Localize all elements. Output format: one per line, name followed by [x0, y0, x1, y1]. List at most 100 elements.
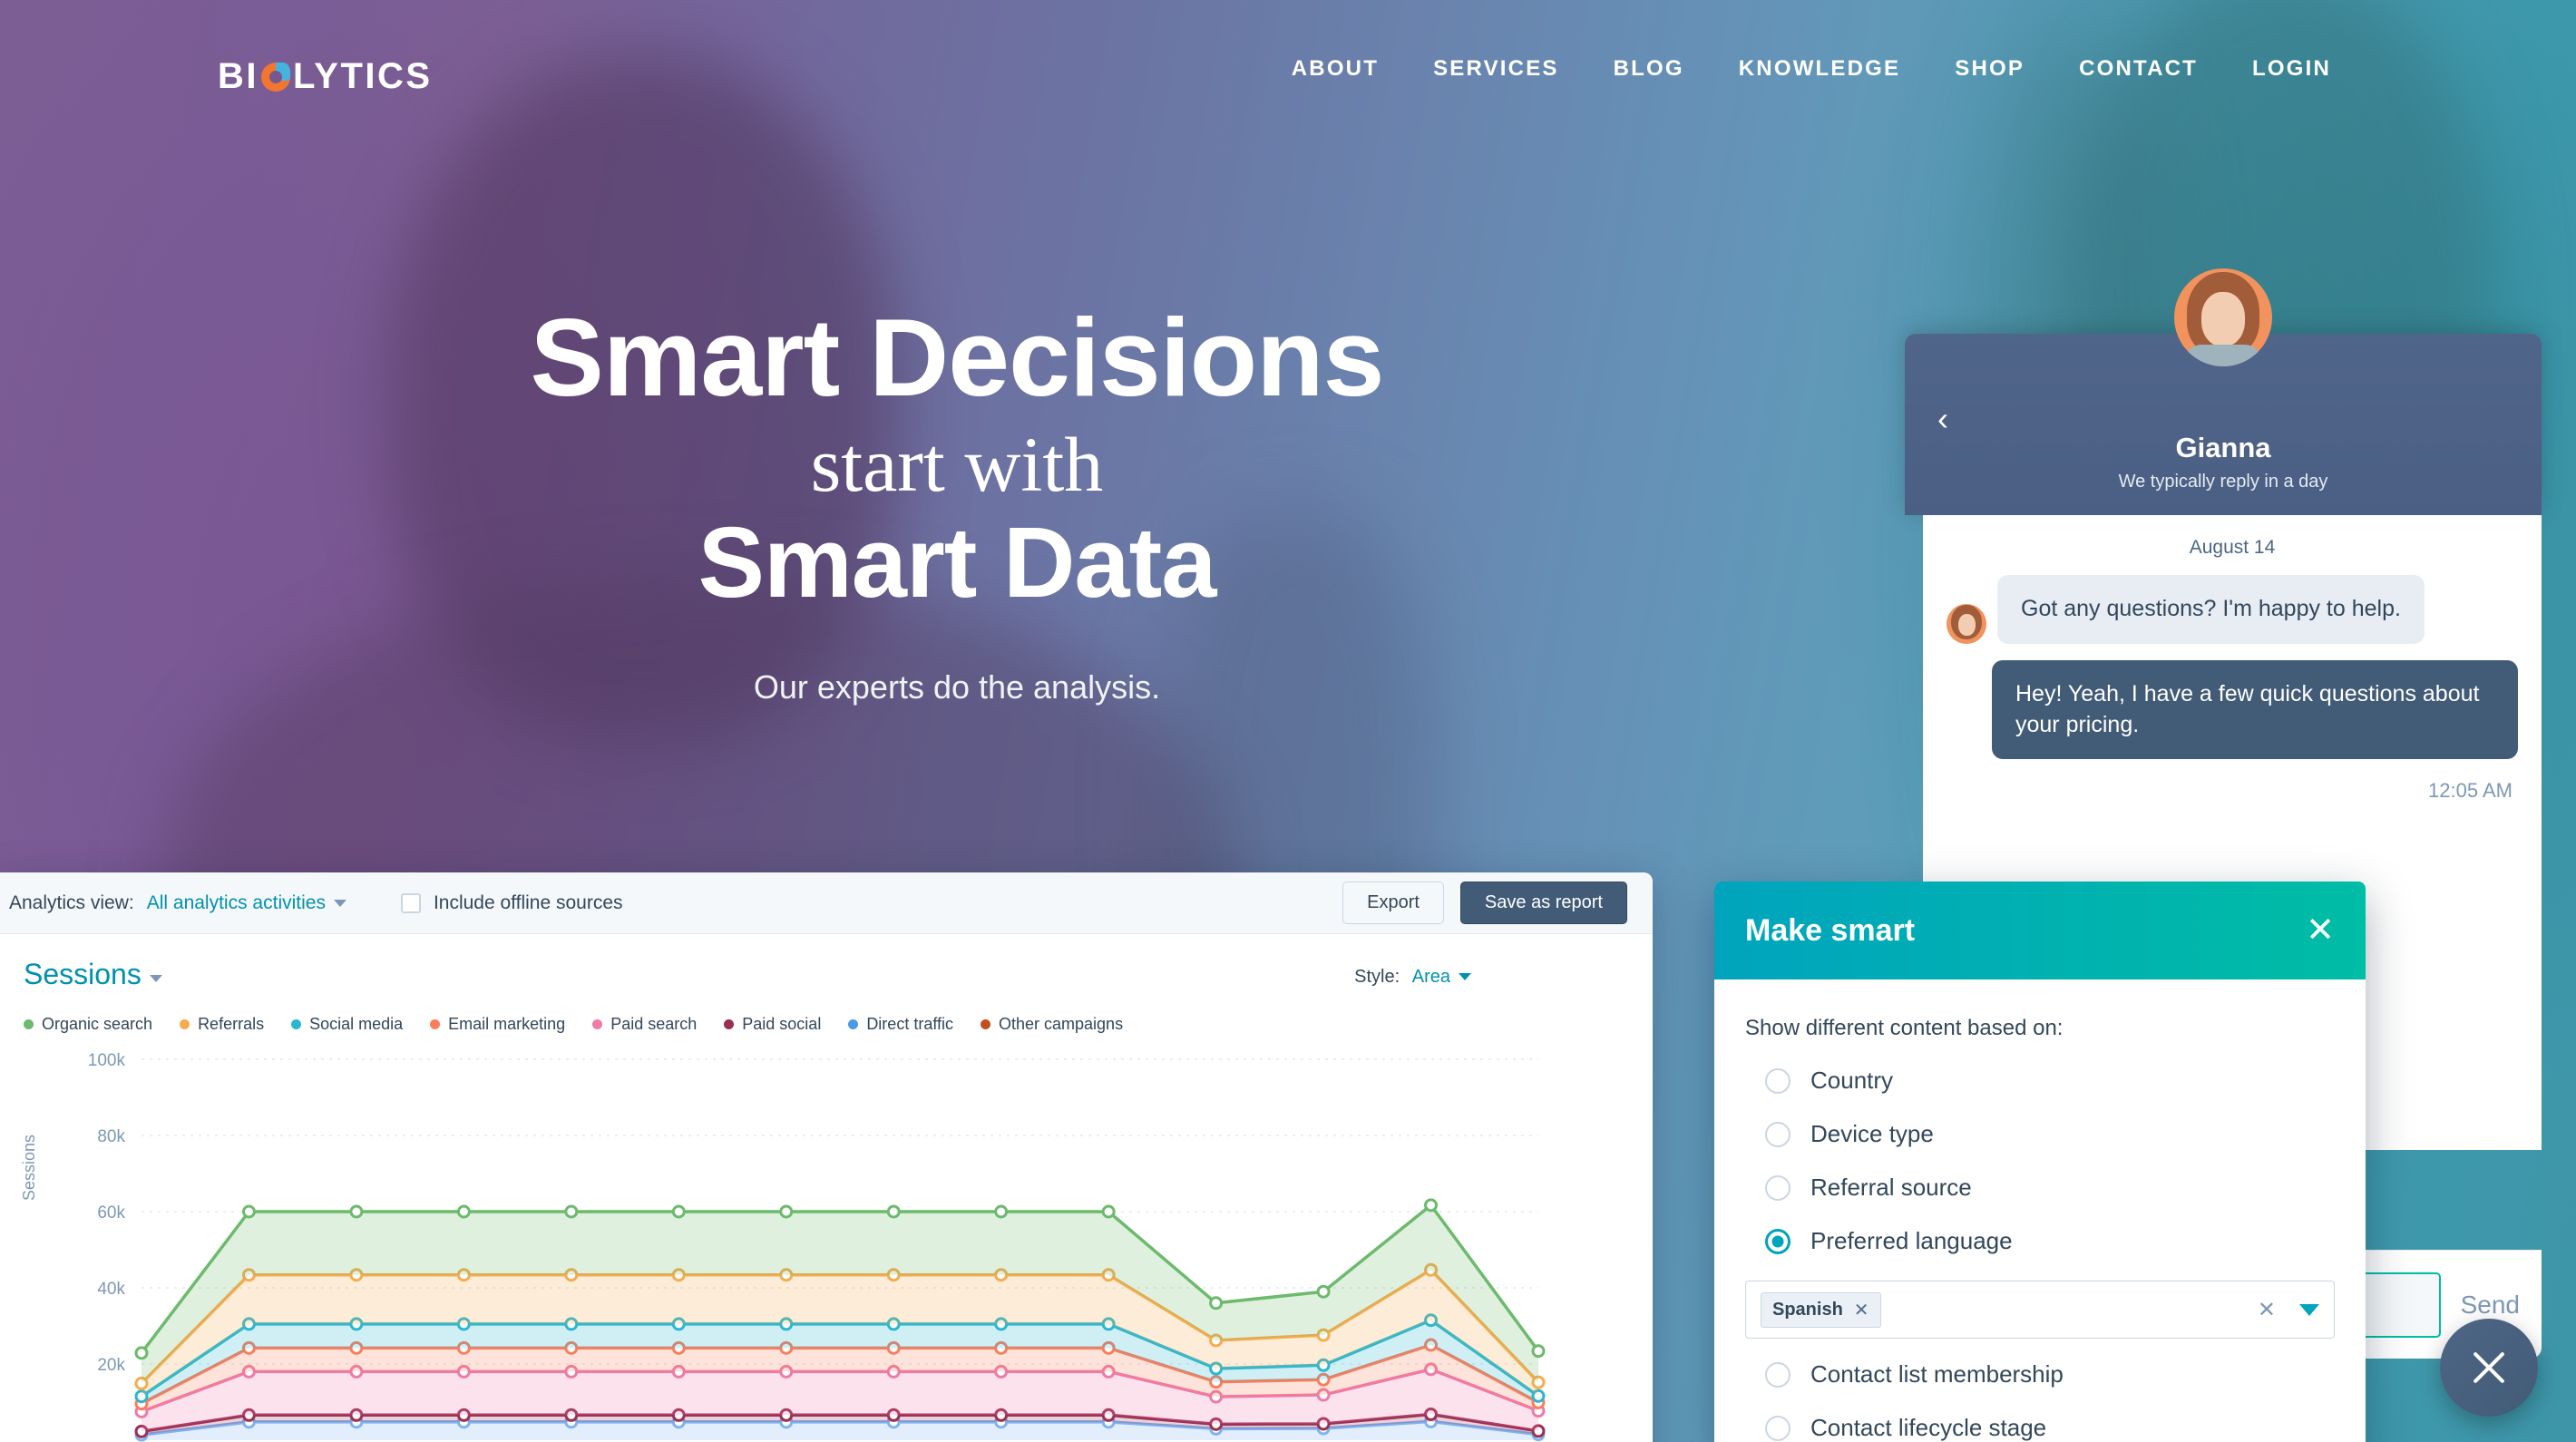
chart-metric-label: Sessions: [24, 958, 141, 990]
hero-headline-line3: Smart Data: [698, 506, 1217, 619]
legend-item[interactable]: Email marketing: [430, 1015, 565, 1034]
legend-item[interactable]: Social media: [291, 1015, 403, 1034]
legend-color-dot: [848, 1019, 859, 1029]
export-button[interactable]: Export: [1342, 882, 1444, 924]
page-root: BI LYTICS ABOUT SERVICES BLOG KNOWLEDGE …: [0, 0, 2576, 1442]
modal-option-label: Contact list membership: [1810, 1360, 2064, 1388]
legend-label: Paid search: [610, 1015, 698, 1033]
nav-item-contact[interactable]: CONTACT: [2052, 56, 2225, 82]
radio-icon: [1765, 1067, 1791, 1094]
chevron-down-icon[interactable]: [2299, 1303, 2319, 1316]
y-tick-label: 40k: [97, 1280, 125, 1299]
chat-timestamp: 12:05 AM: [2428, 779, 2513, 803]
data-point[interactable]: [134, 1346, 149, 1360]
chat-agent-name: Gianna: [2175, 432, 2271, 463]
preferred-language-select[interactable]: Spanish ✕ ✕: [1745, 1281, 2335, 1339]
nav-item-blog[interactable]: BLOG: [1586, 56, 1712, 82]
data-point[interactable]: [886, 1204, 901, 1219]
data-point[interactable]: [1316, 1284, 1331, 1299]
legend-item[interactable]: Organic search: [24, 1015, 152, 1034]
include-offline-sources-checkbox[interactable]: Include offline sources: [388, 892, 623, 914]
legend-label: Other campaigns: [999, 1015, 1124, 1033]
chart-style-label: Style:: [1354, 967, 1400, 987]
modal-option-3[interactable]: Preferred language: [1745, 1227, 2335, 1255]
data-point[interactable]: [349, 1204, 364, 1219]
legend-label: Referrals: [198, 1015, 265, 1033]
radio-icon: [1765, 1174, 1791, 1201]
chart-legend: Organic search Referrals Social media Email…: [24, 1015, 1622, 1034]
clear-selection-icon[interactable]: ✕: [2258, 1297, 2276, 1323]
brand-logo-text-right: LYTICS: [293, 56, 433, 96]
radio-icon: [1765, 1415, 1791, 1441]
data-point[interactable]: [1209, 1296, 1224, 1310]
radio-icon: [1765, 1121, 1791, 1147]
legend-item[interactable]: Paid social: [724, 1015, 821, 1034]
hero-headline-line2: start with: [810, 421, 1104, 509]
radio-icon: [1765, 1228, 1791, 1254]
analytics-toolbar: Analytics view: All analytics activities…: [0, 872, 1653, 934]
legend-item[interactable]: Direct traffic: [848, 1015, 953, 1034]
y-tick-label: 20k: [97, 1356, 125, 1375]
hero-subtitle: Our experts do the analysis.: [753, 668, 1161, 706]
chart-style-control[interactable]: Style: Area: [1354, 967, 1471, 988]
analytics-view-label: Analytics view:: [9, 892, 134, 913]
legend-item[interactable]: Referrals: [180, 1015, 264, 1034]
legend-color-dot: [180, 1019, 190, 1029]
close-icon[interactable]: ✕: [2306, 913, 2335, 948]
send-button[interactable]: Send: [2461, 1291, 2520, 1320]
legend-color-dot: [291, 1019, 302, 1029]
modal-option-0[interactable]: Country: [1745, 1067, 2335, 1095]
chevron-down-icon: [149, 975, 162, 982]
chevron-down-icon: [1459, 973, 1471, 980]
data-point[interactable]: [1424, 1198, 1439, 1213]
data-point[interactable]: [779, 1204, 794, 1219]
back-icon[interactable]: ‹: [1937, 403, 1948, 435]
modal-option-2[interactable]: Referral source: [1745, 1174, 2335, 1202]
data-point[interactable]: [1531, 1344, 1546, 1359]
close-chat-fab[interactable]: [2440, 1319, 2538, 1417]
nav-item-about[interactable]: ABOUT: [1264, 56, 1406, 82]
analytics-view-dropdown[interactable]: All analytics activities: [147, 892, 346, 914]
legend-color-dot: [724, 1019, 735, 1029]
legend-label: Direct traffic: [866, 1015, 953, 1033]
legend-item[interactable]: Paid search: [592, 1015, 697, 1034]
legend-item[interactable]: Other campaigns: [981, 1015, 1123, 1034]
modal-prompt: Show different content based on:: [1745, 1016, 2064, 1040]
nav-item-shop[interactable]: SHOP: [1927, 56, 2052, 82]
chart-metric-dropdown[interactable]: Sessions: [24, 958, 162, 991]
modal-option-1[interactable]: Device type: [1745, 1120, 2335, 1148]
language-tag: Spanish ✕: [1761, 1291, 1881, 1328]
chart-area: Sessions 20k 40k 60k 80k 100k: [20, 1047, 1620, 1442]
nav-item-knowledge[interactable]: KNOWLEDGE: [1712, 56, 1927, 82]
save-as-report-button[interactable]: Save as report: [1459, 882, 1627, 924]
remove-tag-icon[interactable]: ✕: [1854, 1299, 1869, 1321]
nav-item-services[interactable]: SERVICES: [1406, 56, 1586, 82]
analytics-view-value: All analytics activities: [146, 892, 326, 913]
data-point[interactable]: [456, 1204, 471, 1219]
legend-label: Organic search: [42, 1015, 153, 1033]
data-point[interactable]: [1101, 1204, 1116, 1219]
modal-option-5[interactable]: Contact lifecycle stage: [1745, 1414, 2335, 1442]
include-offline-sources-label: Include offline sources: [433, 892, 623, 913]
modal-option-4[interactable]: Contact list membership: [1745, 1360, 2335, 1388]
site-header: BI LYTICS ABOUT SERVICES BLOG KNOWLEDGE …: [0, 0, 2576, 154]
legend-label: Email marketing: [448, 1015, 566, 1033]
chat-date-divider: August 14: [2189, 537, 2276, 558]
data-point[interactable]: [671, 1204, 686, 1219]
legend-color-dot: [430, 1019, 441, 1029]
analytics-panel: Analytics view: All analytics activities…: [0, 872, 1653, 1442]
brand-logo[interactable]: BI LYTICS: [218, 56, 433, 97]
data-point[interactable]: [241, 1204, 256, 1219]
modal-option-label: Preferred language: [1810, 1227, 2013, 1254]
y-tick-label: 100k: [88, 1051, 126, 1070]
legend-color-dot: [24, 1019, 34, 1029]
data-point[interactable]: [994, 1204, 1009, 1219]
data-point[interactable]: [564, 1204, 579, 1219]
chart-style-value: Area: [1411, 967, 1450, 987]
legend-color-dot: [981, 1019, 990, 1029]
nav-item-login[interactable]: LOGIN: [2225, 56, 2358, 82]
chat-header: ‹ Gianna We typically reply in a day: [1905, 268, 2542, 515]
modal-option-label: Referral source: [1810, 1174, 1972, 1201]
analytics-body: Sessions Style: Area Organic search Refer…: [0, 934, 1653, 1442]
legend-label: Social media: [309, 1015, 404, 1033]
